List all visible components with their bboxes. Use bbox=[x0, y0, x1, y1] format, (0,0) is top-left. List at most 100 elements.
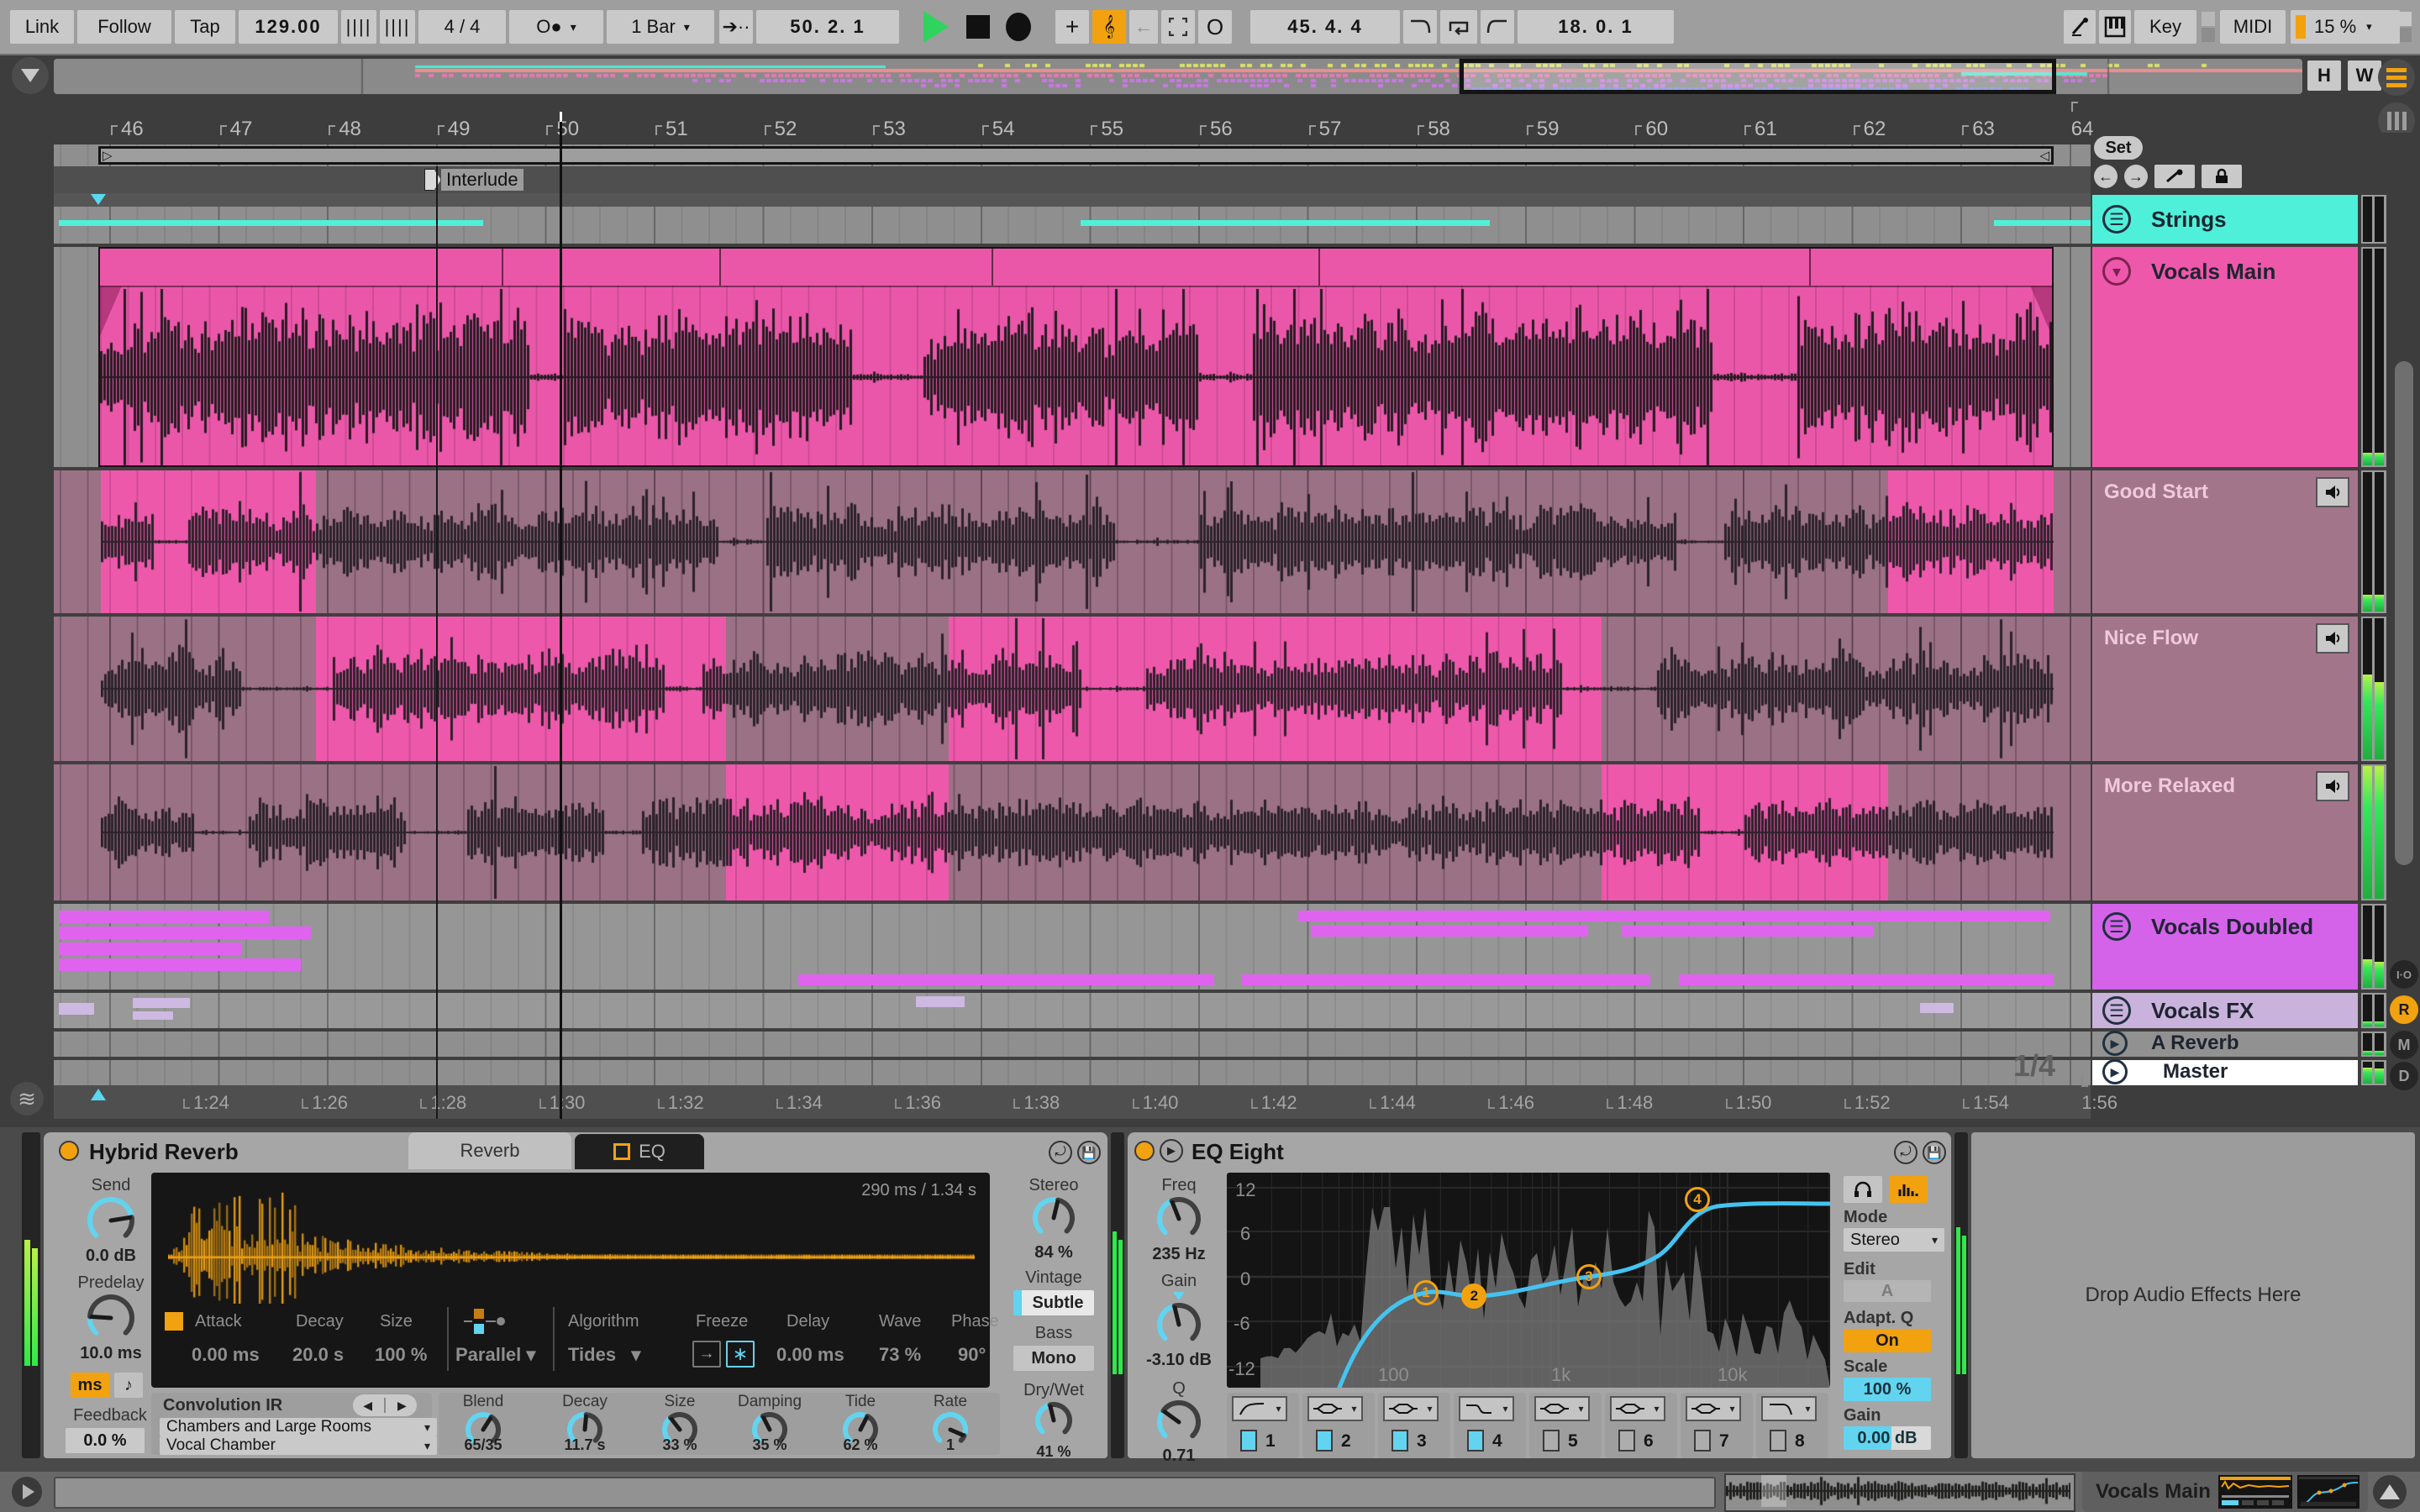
ir-attack-icon[interactable] bbox=[165, 1312, 183, 1331]
back-to-arrangement-button[interactable]: ← bbox=[1129, 10, 1158, 44]
band-shape-dropdown[interactable]: ▾ bbox=[1383, 1396, 1439, 1421]
eq-edit-ab-button[interactable]: A bbox=[1844, 1280, 1931, 1302]
record-button[interactable] bbox=[1000, 10, 1037, 44]
eq-mode-dropdown[interactable]: Stereo ▾ bbox=[1844, 1228, 1944, 1252]
vocals-main-clip[interactable] bbox=[98, 247, 2054, 467]
midi-note[interactable] bbox=[59, 911, 269, 923]
take-lane-header-more-relaxed[interactable]: More Relaxed bbox=[2092, 764, 2358, 900]
close-arrangement-overview-button[interactable] bbox=[12, 57, 49, 94]
size-value[interactable]: 33 % bbox=[638, 1436, 722, 1454]
play-button[interactable] bbox=[918, 10, 955, 44]
group-fold-icon[interactable]: ☰ bbox=[2102, 912, 2131, 941]
audition-take-button[interactable] bbox=[2316, 477, 2349, 507]
device-fold-icon[interactable]: ▶ bbox=[1160, 1139, 1183, 1163]
midi-note[interactable] bbox=[798, 974, 1214, 985]
routing-value[interactable]: Parallel ▾ bbox=[455, 1344, 535, 1366]
lock-envelopes-button[interactable] bbox=[2202, 165, 2242, 188]
take-lane-good-start[interactable] bbox=[54, 470, 2091, 613]
drywet-value[interactable]: 41 % bbox=[1003, 1443, 1104, 1461]
midi-note[interactable] bbox=[59, 942, 242, 955]
band-shape-dropdown[interactable]: ▾ bbox=[1761, 1396, 1817, 1421]
band-shape-dropdown[interactable]: ▾ bbox=[1686, 1396, 1741, 1421]
save-preset-icon[interactable]: 💾 bbox=[1077, 1141, 1101, 1164]
tempo-follow-button[interactable]: Follow bbox=[77, 10, 171, 44]
take-lane-more-relaxed[interactable] bbox=[54, 764, 2091, 900]
beat-time-ruler[interactable]: 46 47 48 49 50 51 52 53 54 55 56 57 58 59 60 61 62 63 64 bbox=[54, 112, 2094, 144]
rate-value[interactable]: 1 bbox=[908, 1436, 992, 1454]
conv-decay-value[interactable]: 20.0 s bbox=[292, 1344, 344, 1366]
predelay-knob[interactable] bbox=[69, 1294, 153, 1342]
device-on-toggle[interactable] bbox=[1134, 1141, 1155, 1161]
midi-map-button[interactable]: MIDI bbox=[2220, 10, 2286, 44]
take-lane-header-good-start[interactable]: Good Start bbox=[2092, 470, 2358, 613]
time-ruler[interactable]: 1:24 1:26 1:28 1:30 1:32 1:34 1:36 1:38 1:40 1:42… bbox=[54, 1085, 2118, 1119]
link-button[interactable]: Link bbox=[10, 10, 74, 44]
ir-category-dropdown[interactable]: Chambers and Large Rooms ▾ bbox=[160, 1418, 437, 1436]
loop-start-handle[interactable]: ▷ bbox=[103, 148, 113, 163]
stop-button[interactable] bbox=[961, 10, 995, 44]
band-shape-dropdown[interactable]: ▾ bbox=[1459, 1396, 1514, 1421]
feedback-value[interactable]: 0.0 % bbox=[66, 1428, 145, 1453]
midi-note[interactable] bbox=[1311, 926, 1588, 937]
device-title[interactable]: Hybrid Reverb bbox=[89, 1139, 239, 1165]
midi-note[interactable] bbox=[1242, 974, 1650, 985]
vintage-value[interactable]: Subtle bbox=[1013, 1290, 1094, 1315]
device-title[interactable]: EQ Eight bbox=[1192, 1139, 1284, 1165]
band-shape-dropdown[interactable]: ▾ bbox=[1610, 1396, 1665, 1421]
overdub-button[interactable]: O bbox=[1198, 10, 1232, 44]
scrub-area[interactable] bbox=[54, 193, 2091, 207]
strings-track-lane[interactable] bbox=[54, 207, 2091, 244]
strings-clip-segment[interactable] bbox=[59, 220, 483, 226]
automation-draw-button[interactable] bbox=[2154, 165, 2195, 188]
locator-interlude[interactable]: Interlude bbox=[424, 169, 523, 191]
band-number[interactable]: 3 bbox=[1417, 1431, 1427, 1452]
eq-band-node-4[interactable]: 4 bbox=[1685, 1187, 1711, 1212]
strings-clip-segment[interactable] bbox=[1994, 220, 2091, 226]
tab-reverb[interactable]: Reverb bbox=[408, 1132, 571, 1169]
arrangement-overview[interactable] bbox=[54, 59, 2302, 94]
selected-clip-chain-bar[interactable]: Vocals Main bbox=[2082, 1472, 2368, 1512]
eq-q-knob[interactable] bbox=[1133, 1399, 1225, 1445]
midi-note[interactable] bbox=[916, 996, 965, 1007]
cpu-meter[interactable]: 15 % ▾ bbox=[2291, 10, 2400, 44]
band-number[interactable]: 1 bbox=[1265, 1431, 1276, 1452]
drywet-knob[interactable] bbox=[1003, 1401, 1104, 1440]
midi-note[interactable] bbox=[59, 927, 311, 939]
play-fold-icon[interactable]: ▶ bbox=[2102, 1031, 2128, 1056]
midi-note[interactable] bbox=[1622, 926, 1874, 937]
device-on-toggle[interactable] bbox=[59, 1141, 79, 1161]
eq-scale-value[interactable]: 100 % bbox=[1844, 1378, 1931, 1401]
blend-value[interactable]: 65/35 bbox=[441, 1436, 525, 1454]
eq-gain-knob[interactable] bbox=[1133, 1302, 1225, 1347]
loop-button[interactable] bbox=[1440, 10, 1477, 44]
tide-value[interactable]: 62 % bbox=[818, 1436, 902, 1454]
midi-note[interactable] bbox=[133, 998, 190, 1008]
eq-freq-value[interactable]: 235 Hz bbox=[1133, 1245, 1225, 1264]
predelay-sync-toggle[interactable]: ♪ bbox=[114, 1373, 143, 1398]
eq-gain-value[interactable]: -3.10 dB bbox=[1133, 1351, 1225, 1370]
eq-freq-knob[interactable] bbox=[1133, 1196, 1225, 1242]
band-enable-checkbox[interactable] bbox=[1240, 1430, 1257, 1452]
arrangement-menu-button[interactable] bbox=[2378, 59, 2415, 96]
selection-box-button[interactable] bbox=[1161, 10, 1195, 44]
vocals-doubled-lane[interactable] bbox=[54, 904, 2091, 990]
optimize-width-button[interactable]: W bbox=[2348, 60, 2381, 91]
eq-band-node-3[interactable]: 3 bbox=[1576, 1264, 1602, 1290]
stereo-value[interactable]: 84 % bbox=[1003, 1243, 1104, 1263]
vertical-scrollbar[interactable] bbox=[2395, 361, 2413, 865]
algorithm-value[interactable]: Tides ▾ bbox=[568, 1344, 640, 1366]
attack-value[interactable]: 0.00 ms bbox=[192, 1344, 260, 1366]
vocals-main-lane[interactable] bbox=[54, 247, 2091, 467]
midi-note[interactable] bbox=[1679, 974, 2054, 985]
track-header-vocals-doubled[interactable]: ☰ Vocals Doubled bbox=[2092, 904, 2358, 990]
punch-out-button[interactable] bbox=[1481, 10, 1514, 44]
audition-band-button[interactable] bbox=[1844, 1176, 1882, 1203]
drop-audio-effects-zone[interactable]: Drop Audio Effects Here bbox=[1971, 1132, 2415, 1458]
key-map-button[interactable]: Key bbox=[2134, 10, 2196, 44]
damping-value[interactable]: 35 % bbox=[728, 1436, 812, 1454]
arrangement-position-field[interactable]: 50. 2. 1 bbox=[756, 10, 899, 44]
delay-section-toggle[interactable]: D bbox=[2390, 1062, 2418, 1090]
decay-value[interactable]: 11.7 s bbox=[543, 1436, 627, 1454]
nudge-up-icon[interactable]: |||| bbox=[380, 10, 415, 44]
loop-start-field[interactable]: 45. 4. 4 bbox=[1250, 10, 1400, 44]
